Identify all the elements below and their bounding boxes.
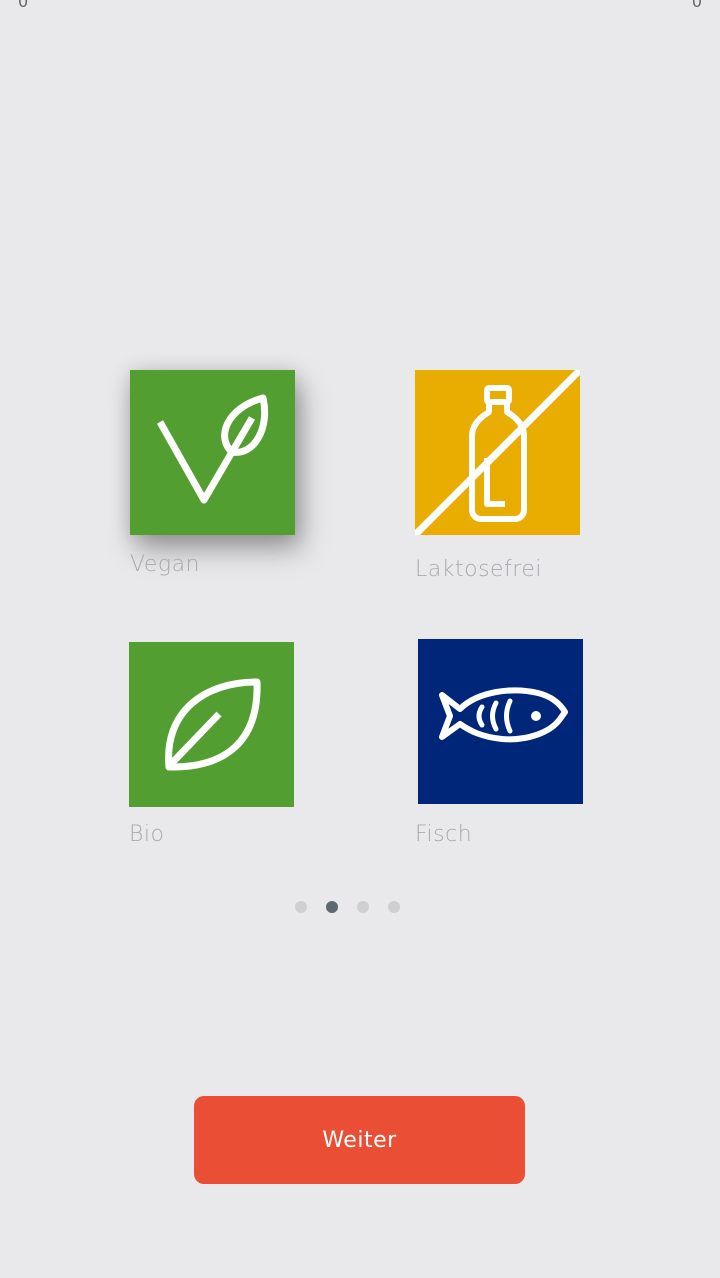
option-laktosefrei-label: Laktosefrei: [415, 557, 543, 582]
option-vegan-label: Vegan: [130, 552, 201, 577]
crossed-milk-bottle-icon: [415, 370, 580, 535]
option-fisch-tile[interactable]: [418, 639, 583, 804]
page-dot-1[interactable]: [295, 901, 307, 913]
option-fisch-label: Fisch: [415, 822, 473, 847]
fish-icon: [439, 687, 568, 743]
page-dot-3[interactable]: [357, 901, 369, 913]
vegan-leaf-v-icon: [156, 394, 269, 504]
page-dot-2-active[interactable]: [326, 901, 338, 913]
option-bio-label: Bio: [129, 822, 165, 847]
page-dot-4[interactable]: [388, 901, 400, 913]
weiter-button[interactable]: Weiter: [194, 1096, 525, 1184]
option-bio-tile[interactable]: [129, 642, 294, 807]
weiter-button-label: Weiter: [322, 1127, 397, 1153]
organic-leaf-icon: [165, 678, 261, 771]
status-indicator-left: 0: [18, 0, 29, 11]
option-vegan-tile[interactable]: [130, 370, 295, 535]
page-indicator: [0, 900, 720, 914]
option-laktosefrei-tile[interactable]: [415, 370, 580, 535]
status-indicator-right: 0: [691, 0, 702, 11]
